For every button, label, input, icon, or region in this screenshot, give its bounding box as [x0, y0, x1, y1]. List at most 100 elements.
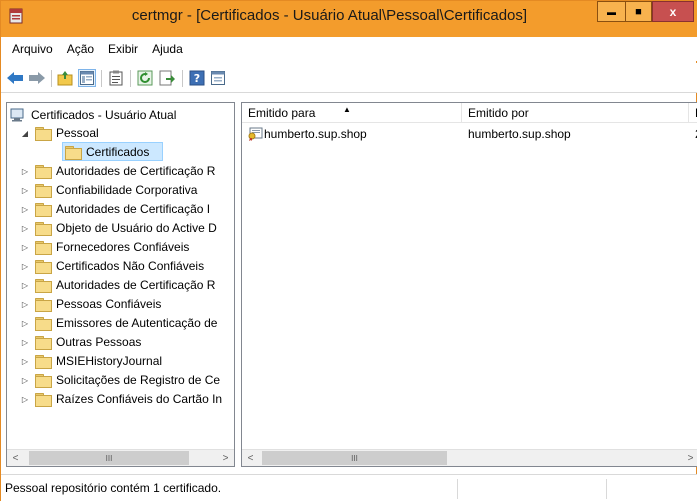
tree-item[interactable]: ▷ Raízes Confiáveis do Cartão In [20, 390, 222, 408]
folder-icon [35, 297, 52, 312]
back-button[interactable] [6, 69, 24, 87]
tree-item[interactable]: ▷ Objeto de Usuário do Active D [20, 219, 217, 237]
forward-icon [29, 72, 45, 84]
tree-item[interactable]: ▷ Autoridades de Certificação I [20, 200, 210, 218]
refresh-button[interactable] [136, 69, 154, 87]
tree-item[interactable]: ▷ Confiabilidade Corporativa [20, 181, 197, 199]
minimize-button[interactable]: ▬ [597, 1, 625, 22]
forward-button[interactable] [28, 69, 46, 87]
expand-arrow-icon[interactable]: ▷ [20, 357, 30, 366]
tree-item-label: Fornecedores Confiáveis [56, 240, 190, 254]
view-button[interactable] [209, 69, 227, 87]
tree-item[interactable]: ▷ MSIEHistoryJournal [20, 352, 162, 370]
column-header-data[interactable]: Da [689, 103, 697, 123]
tree-horizontal-scrollbar[interactable]: < III > [7, 449, 234, 466]
expand-arrow-icon[interactable]: ▷ [20, 262, 30, 271]
cell-issued-by: humberto.sup.shop [468, 127, 571, 141]
column-header-label: Emitido para [248, 106, 316, 120]
status-bar: Pessoal repositório contém 1 certificado… [1, 474, 697, 501]
tree-item-label: Pessoal [56, 126, 99, 140]
expand-arrow-icon[interactable]: ▷ [20, 300, 30, 309]
scrollbar-thumb[interactable]: III [262, 451, 447, 465]
certmgr-window: certmgr - [Certificados - Usuário Atual\… [0, 0, 697, 501]
close-icon: x [669, 4, 677, 19]
show-hide-tree-button[interactable] [78, 69, 96, 87]
folder-icon [35, 164, 52, 179]
tree-item-label: Pessoas Confiáveis [56, 297, 162, 311]
folder-icon [35, 259, 52, 274]
scroll-left-button[interactable]: < [7, 450, 24, 466]
menu-arquivo[interactable]: Arquivo [5, 42, 60, 56]
export-list-button[interactable] [158, 69, 176, 87]
table-row[interactable]: humberto.sup.shop humberto.sup.shop 25 [242, 124, 697, 144]
tree-root-label: Certificados - Usuário Atual [31, 108, 177, 122]
tree-item-label: Autoridades de Certificação R [56, 164, 216, 178]
tree-item-label: Objeto de Usuário do Active D [56, 221, 217, 235]
maximize-button[interactable]: ■ [625, 1, 652, 22]
expand-arrow-icon[interactable]: ▷ [20, 281, 30, 290]
help-icon: ? [189, 70, 205, 86]
folder-icon [35, 240, 52, 255]
help-button[interactable]: ? [188, 69, 206, 87]
menu-exibir[interactable]: Exibir [101, 42, 145, 56]
tree-item-label: Raízes Confiáveis do Cartão In [56, 392, 223, 406]
folder-icon [35, 221, 52, 236]
list-horizontal-scrollbar[interactable]: < III > [242, 449, 697, 466]
status-divider [457, 479, 458, 499]
tree-item-certificados[interactable]: Certificados [65, 143, 149, 161]
scroll-right-icon: > [687, 452, 694, 464]
expand-arrow-icon[interactable]: ▷ [20, 205, 30, 214]
up-folder-icon [57, 71, 73, 86]
tree-item-label: MSIEHistoryJournal [56, 354, 163, 368]
menu-bar: Arquivo Ação Exibir Ajuda [1, 37, 697, 61]
show-hide-tree-icon [80, 71, 94, 85]
computer-icon [10, 108, 24, 122]
tree-item[interactable]: ▷ Solicitações de Registro de Ce [20, 371, 220, 389]
scrollbar-grip-icon: III [105, 453, 113, 463]
expand-arrow-icon[interactable]: ▷ [20, 224, 30, 233]
folder-icon [65, 145, 82, 160]
expand-arrow-icon[interactable]: ▷ [20, 319, 30, 328]
menu-ajuda[interactable]: Ajuda [145, 42, 190, 56]
tree-item[interactable]: ▷ Certificados Não Confiáveis [20, 257, 204, 275]
up-folder-button[interactable] [56, 69, 74, 87]
tree-pane[interactable]: Certificados - Usuário Atual ◢ Pessoal C… [6, 102, 235, 467]
tree-item[interactable]: ▷ Fornecedores Confiáveis [20, 238, 189, 256]
column-header-label: Emitido por [468, 106, 529, 120]
tree-item-pessoal[interactable]: ◢ Pessoal [20, 124, 99, 142]
expand-arrow-icon[interactable]: ▷ [20, 243, 30, 252]
close-button[interactable]: x [652, 1, 694, 22]
menu-acao[interactable]: Ação [60, 42, 101, 56]
scroll-right-button[interactable]: > [682, 450, 697, 466]
collapse-arrow-icon[interactable]: ◢ [20, 129, 30, 138]
toolbar: ? [1, 63, 697, 93]
expand-arrow-icon[interactable]: ▷ [20, 376, 30, 385]
back-icon [7, 72, 23, 84]
tree-item[interactable]: ▷ Outras Pessoas [20, 333, 141, 351]
folder-icon [35, 278, 52, 293]
expand-arrow-icon[interactable]: ▷ [20, 167, 30, 176]
tree-item[interactable]: ▷ Pessoas Confiáveis [20, 295, 161, 313]
tree-item[interactable]: ▷ Emissores de Autenticação de [20, 314, 217, 332]
expand-arrow-icon[interactable]: ▷ [20, 395, 30, 404]
column-header-emitido-por[interactable]: Emitido por [462, 103, 689, 123]
expand-arrow-icon[interactable]: ▷ [20, 186, 30, 195]
folder-icon [35, 183, 52, 198]
scroll-left-button[interactable]: < [242, 450, 259, 466]
expand-arrow-icon[interactable]: ▷ [20, 338, 30, 347]
certificate-list-pane[interactable]: Emitido para ▲ Emitido por Da humberto.s… [241, 102, 697, 467]
certificate-icon [248, 127, 263, 141]
tree-item-label: Autoridades de Certificação I [56, 202, 211, 216]
title-bar[interactable]: certmgr - [Certificados - Usuário Atual\… [1, 1, 697, 37]
column-header-emitido-para[interactable]: Emitido para [242, 103, 462, 123]
tree-item[interactable]: ▷ Autoridades de Certificação R [20, 162, 215, 180]
maximize-icon: ■ [635, 5, 642, 18]
scrollbar-grip-icon: III [351, 453, 358, 463]
tree-item-label: Emissores de Autenticação de [56, 316, 218, 330]
scrollbar-thumb[interactable]: III [29, 451, 189, 465]
tree-root[interactable]: Certificados - Usuário Atual [10, 106, 176, 124]
scroll-left-icon: < [247, 452, 254, 464]
scroll-right-button[interactable]: > [217, 450, 234, 466]
tree-item[interactable]: ▷ Autoridades de Certificação R [20, 276, 215, 294]
properties-button[interactable] [107, 69, 125, 87]
